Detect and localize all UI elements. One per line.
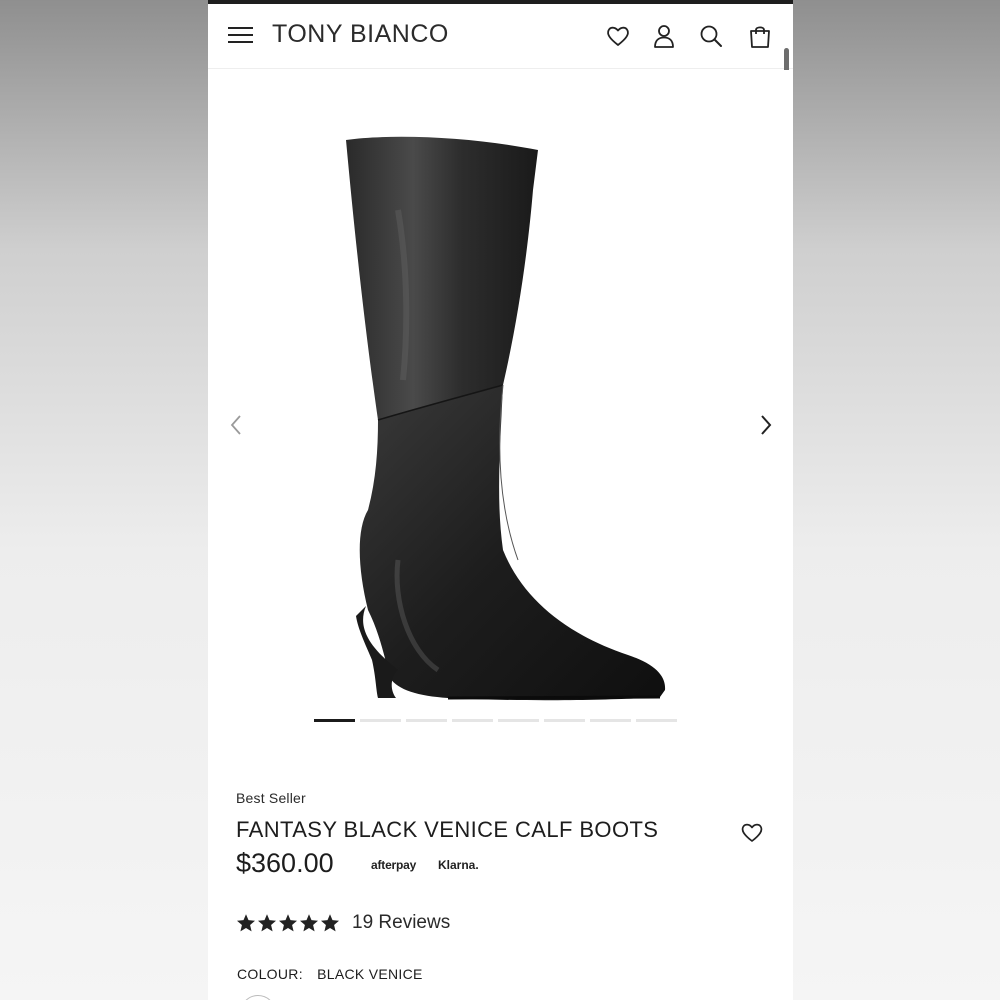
add-to-wishlist-heart-icon[interactable] — [740, 821, 764, 843]
backdrop-right — [793, 0, 1000, 1000]
colour-value: BLACK VENICE — [317, 966, 423, 982]
star-icon — [279, 914, 297, 932]
gallery-dot[interactable] — [406, 719, 447, 722]
chevron-right-icon[interactable] — [756, 410, 776, 440]
backdrop-left — [0, 0, 208, 1000]
colour-label: COLOUR: — [237, 966, 303, 982]
chevron-left-icon[interactable] — [226, 410, 246, 440]
star-icon — [300, 914, 318, 932]
gallery-dot[interactable] — [452, 719, 493, 722]
afterpay-logo[interactable]: afterpay — [371, 858, 416, 872]
product-price: $360.00 — [236, 848, 334, 878]
product-rating: 19 Reviews — [236, 912, 450, 934]
phone-screen: TONY BIANCO Best Seller FANTASY BLACK VE… — [208, 0, 793, 1000]
search-icon[interactable] — [698, 23, 724, 49]
gallery-dot[interactable] — [360, 719, 401, 722]
product-image-boot — [328, 130, 688, 730]
gallery-pagination — [314, 719, 677, 722]
star-icon — [321, 914, 339, 932]
star-icon — [237, 914, 255, 932]
gallery-dot[interactable] — [498, 719, 539, 722]
site-header: TONY BIANCO — [208, 4, 793, 69]
product-title: FANTASY BLACK VENICE CALF BOOTS — [236, 817, 659, 842]
brand-logo[interactable]: TONY BIANCO — [272, 20, 449, 49]
gallery-dot[interactable] — [544, 719, 585, 722]
bag-icon[interactable] — [747, 23, 773, 49]
gallery-dot[interactable] — [590, 719, 631, 722]
star-icon — [258, 914, 276, 932]
gallery-dot[interactable] — [314, 719, 355, 722]
colour-swatch[interactable] — [240, 995, 276, 1000]
user-icon[interactable] — [651, 23, 677, 49]
best-seller-badge: Best Seller — [236, 790, 306, 806]
star-rating — [236, 913, 340, 933]
product-image-gallery[interactable] — [208, 70, 793, 740]
klarna-logo[interactable]: Klarna. — [438, 858, 479, 872]
heart-icon[interactable] — [605, 23, 631, 49]
colour-selector-label: COLOUR: BLACK VENICE — [237, 966, 423, 982]
reviews-link[interactable]: 19 Reviews — [352, 912, 450, 934]
menu-icon[interactable] — [228, 24, 254, 46]
gallery-dot[interactable] — [636, 719, 677, 722]
